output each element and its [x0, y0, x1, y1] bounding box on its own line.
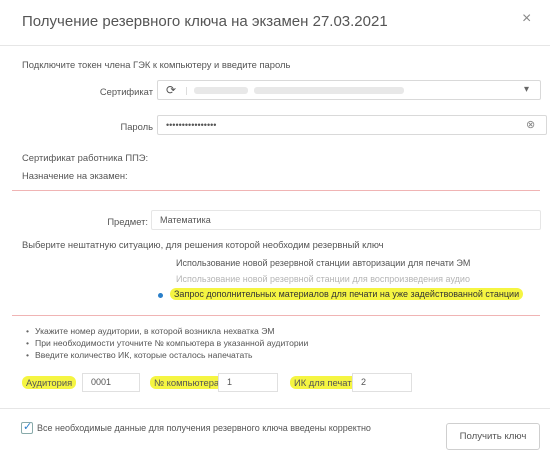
refresh-icon[interactable]: ⟳ — [166, 81, 176, 99]
auditorium-label: Аудитория — [22, 376, 77, 389]
subject-label: Предмет: — [107, 216, 148, 227]
password-value: •••••••••••••••• — [166, 120, 217, 130]
clear-icon[interactable]: ⊗ — [526, 116, 535, 134]
computer-input[interactable]: 1 — [218, 373, 278, 392]
computer-label: № компьютера — [150, 376, 224, 389]
confirm-checkbox[interactable]: ✓ — [21, 421, 33, 434]
reserve-key-dialog: Получение резервного ключа на экзамен 27… — [0, 0, 550, 456]
radio-option-additional-materials[interactable]: Запрос дополнительных материалов для печ… — [170, 288, 524, 300]
ik-print-label: ИК для печати — [290, 376, 361, 389]
highlighted-option-label: Запрос дополнительных материалов для печ… — [170, 288, 524, 300]
certificate-label: Сертификат — [99, 86, 153, 97]
footer-separator — [0, 408, 550, 409]
dialog-header: Получение резервного ключа на экзамен 27… — [0, 0, 550, 46]
situation-prompt: Выберите нештатную ситуацию, для решения… — [22, 239, 384, 250]
ppe-cert-label: Сертификат работника ППЭ: — [22, 152, 149, 163]
confirm-text: Все необходимые данные для получения рез… — [37, 423, 371, 433]
radio-selected-dot — [158, 293, 163, 298]
certificate-select[interactable]: ⟳ ▾ — [157, 80, 541, 100]
chevron-down-icon[interactable]: ▾ — [524, 81, 529, 99]
password-field[interactable]: •••••••••••••••• ⊗ — [157, 115, 547, 135]
separator — [12, 315, 540, 316]
radio-option-new-auth-station[interactable]: Использование новой резервной станции ав… — [176, 258, 470, 268]
separator — [12, 190, 540, 191]
instruction-item: Введите количество ИК, которые осталось … — [26, 350, 252, 360]
password-label: Пароль — [120, 121, 153, 132]
dialog-title: Получение резервного ключа на экзамен 27… — [22, 13, 388, 30]
intro-text: Подключите токен члена ГЭК к компьютеру … — [22, 59, 291, 70]
divider — [186, 87, 187, 95]
certificate-value-blurred — [194, 87, 248, 94]
certificate-value-blurred — [254, 87, 404, 94]
assignment-label: Назначение на экзамен: — [22, 170, 128, 181]
radio-option-new-audio-station[interactable]: Использование новой резервной станции дл… — [176, 274, 470, 284]
get-key-button[interactable]: Получить ключ — [446, 423, 540, 450]
instruction-item: Укажите номер аудитории, в которой возни… — [26, 326, 275, 336]
close-icon[interactable]: × — [522, 10, 531, 28]
ik-print-input[interactable]: 2 — [352, 373, 412, 392]
auditorium-input[interactable]: 0001 — [82, 373, 140, 392]
check-icon: ✓ — [23, 421, 33, 433]
instruction-item: При необходимости уточните № компьютера … — [26, 338, 308, 348]
subject-value: Математика — [160, 215, 211, 225]
subject-field: Математика — [151, 210, 541, 230]
